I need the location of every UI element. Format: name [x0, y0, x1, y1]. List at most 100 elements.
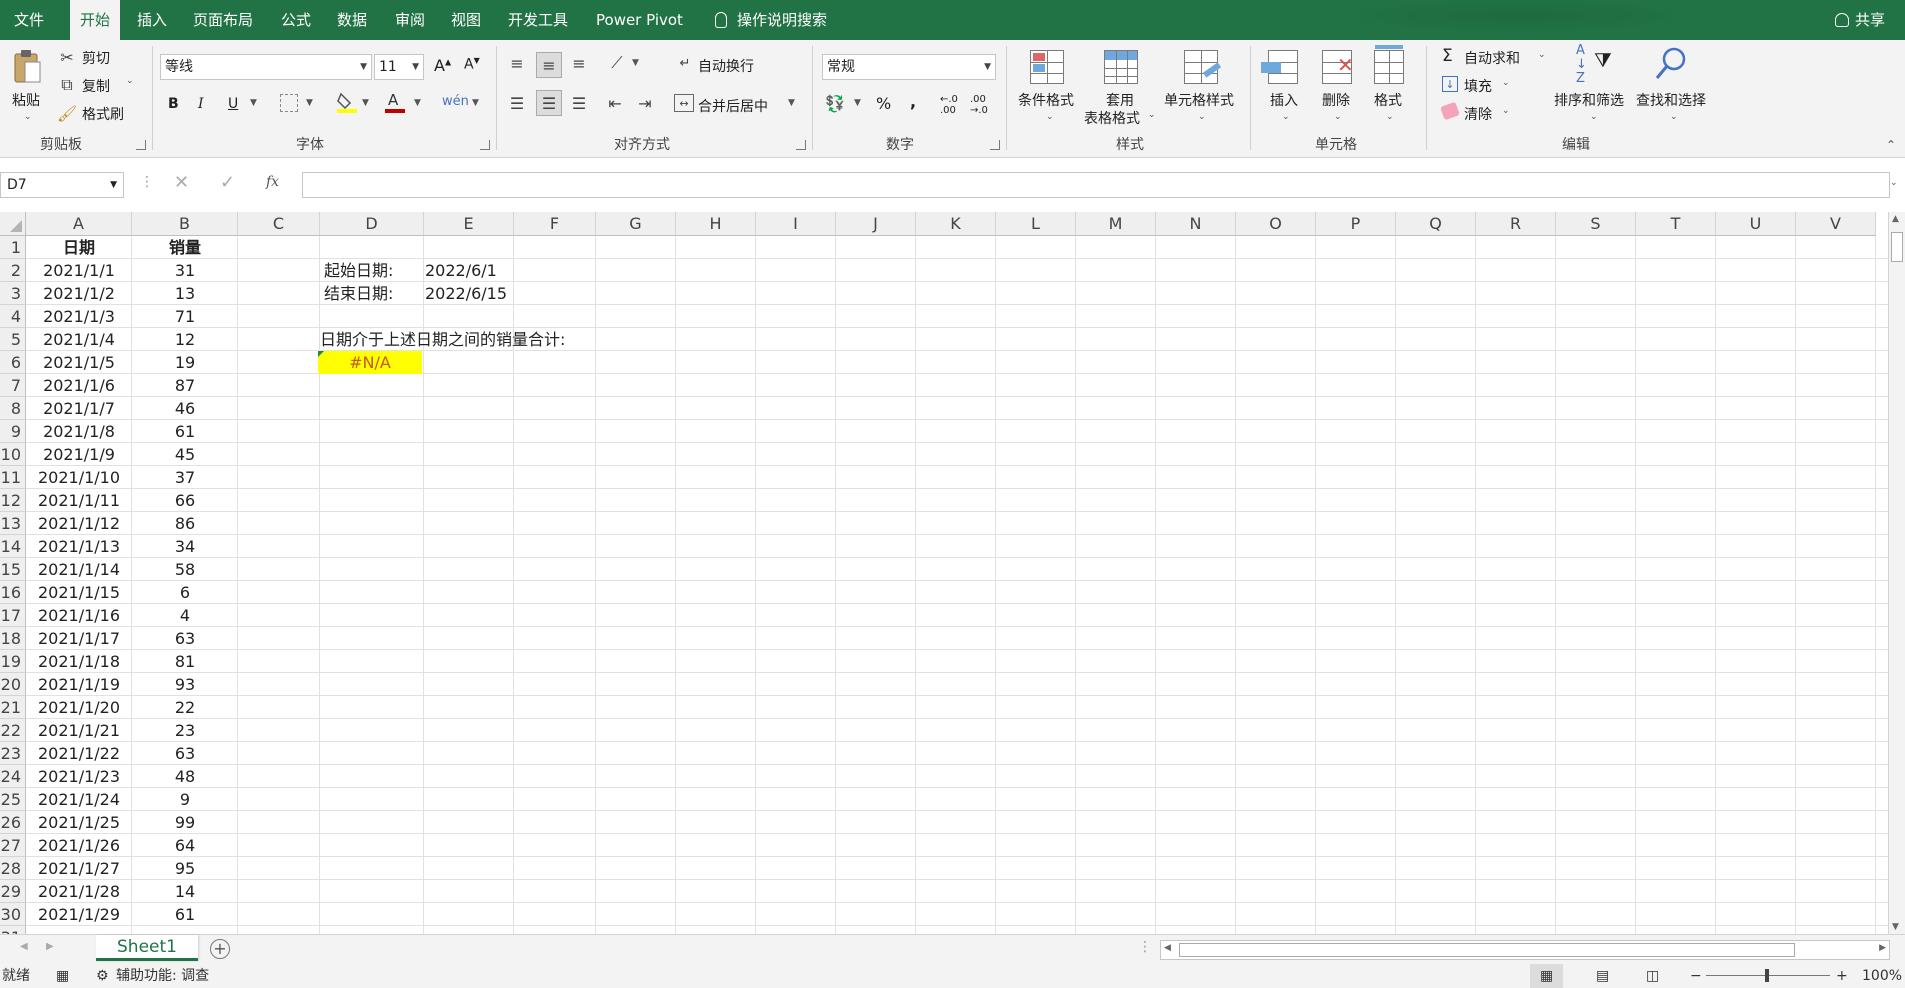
- date-cell[interactable]: 2021/1/22: [26, 742, 132, 765]
- header-sales[interactable]: 销量: [132, 236, 238, 259]
- start-date-value[interactable]: 2022/6/1: [425, 259, 497, 282]
- row-header-9[interactable]: 9: [0, 420, 26, 443]
- date-cell[interactable]: 2021/1/26: [26, 834, 132, 857]
- zoom-slider-thumb[interactable]: [1765, 969, 1769, 982]
- fill-color-icon[interactable]: [336, 90, 358, 114]
- find-select-dropdown-icon[interactable]: ⌄: [1670, 112, 1678, 122]
- cell-styles-button[interactable]: 单元格样式: [1164, 90, 1234, 110]
- paste-button[interactable]: 粘贴: [12, 90, 40, 110]
- orientation-dropdown-icon[interactable]: ▼: [632, 58, 639, 68]
- format-cells-dropdown-icon[interactable]: ⌄: [1386, 112, 1394, 122]
- row-header-1[interactable]: 1: [0, 236, 26, 259]
- sales-cell[interactable]: 71: [132, 305, 238, 328]
- sheet-tab-sheet1[interactable]: Sheet1: [96, 935, 198, 961]
- accessibility-status[interactable]: 辅助功能: 调查: [116, 964, 209, 988]
- expand-formula-icon[interactable]: ⌄: [1890, 178, 1898, 188]
- page-layout-view-icon[interactable]: ▤: [1596, 964, 1609, 988]
- decrease-indent-icon[interactable]: ⇤: [604, 92, 626, 114]
- row-header-20[interactable]: 20: [0, 673, 26, 696]
- scroll-down-icon[interactable]: ▼: [1892, 922, 1899, 932]
- row-header-5[interactable]: 5: [0, 328, 26, 351]
- row-header-24[interactable]: 24: [0, 765, 26, 788]
- row-header-23[interactable]: 23: [0, 742, 26, 765]
- prev-sheet-icon[interactable]: ◀: [20, 941, 28, 952]
- format-as-table-dropdown-icon[interactable]: ⌄: [1148, 110, 1156, 120]
- date-cell[interactable]: 2021/1/25: [26, 811, 132, 834]
- sales-cell[interactable]: 58: [132, 558, 238, 581]
- row-header-30[interactable]: 30: [0, 903, 26, 926]
- sales-cell[interactable]: 14: [132, 880, 238, 903]
- sales-cell[interactable]: 87: [132, 374, 238, 397]
- column-header-p[interactable]: P: [1316, 212, 1396, 236]
- font-size-select[interactable]: 11 ▼: [374, 54, 424, 80]
- add-sheet-icon[interactable]: +: [210, 939, 230, 959]
- merge-dropdown-icon[interactable]: ▼: [788, 98, 795, 108]
- column-header-d[interactable]: D: [320, 212, 424, 236]
- merge-center-button[interactable]: 合并后居中: [698, 96, 768, 116]
- date-cell[interactable]: 2021/1/21: [26, 719, 132, 742]
- copy-dropdown-icon[interactable]: ⌄: [126, 76, 134, 86]
- row-header-27[interactable]: 27: [0, 834, 26, 857]
- autosum-dropdown-icon[interactable]: ⌄: [1538, 50, 1546, 60]
- increase-decimal-icon[interactable]: ←.0.00: [940, 94, 958, 116]
- column-header-q[interactable]: Q: [1396, 212, 1476, 236]
- sales-cell[interactable]: 37: [132, 466, 238, 489]
- zoom-out-icon[interactable]: −: [1690, 964, 1702, 988]
- row-header-15[interactable]: 15: [0, 558, 26, 581]
- tab-insert[interactable]: 插入: [137, 0, 167, 40]
- end-date-label[interactable]: 结束日期:: [324, 282, 393, 305]
- tab-developer[interactable]: 开发工具: [508, 0, 568, 40]
- font-color-icon[interactable]: A: [384, 90, 406, 114]
- underline-button[interactable]: U: [228, 96, 238, 112]
- column-header-k[interactable]: K: [916, 212, 996, 236]
- row-header-29[interactable]: 29: [0, 880, 26, 903]
- date-cell[interactable]: 2021/1/15: [26, 581, 132, 604]
- column-header-a[interactable]: A: [26, 212, 132, 236]
- paste-icon[interactable]: [12, 48, 42, 84]
- row-header-3[interactable]: 3: [0, 282, 26, 305]
- autosum-button[interactable]: 自动求和: [1464, 48, 1520, 68]
- column-header-s[interactable]: S: [1556, 212, 1636, 236]
- font-color-dropdown-icon[interactable]: ▼: [414, 98, 421, 108]
- sales-cell[interactable]: 86: [132, 512, 238, 535]
- fill-button[interactable]: 填充: [1464, 76, 1492, 96]
- accounting-format-icon[interactable]: 💱: [824, 92, 846, 114]
- row-header-6[interactable]: 6: [0, 351, 26, 374]
- tab-page-layout[interactable]: 页面布局: [193, 0, 253, 40]
- end-date-value[interactable]: 2022/6/15: [425, 282, 507, 305]
- format-cells-button[interactable]: 格式: [1374, 90, 1402, 110]
- row-header-11[interactable]: 11: [0, 466, 26, 489]
- paste-dropdown-icon[interactable]: ⌄: [24, 112, 32, 122]
- sales-cell[interactable]: 81: [132, 650, 238, 673]
- date-cell[interactable]: 2021/1/5: [26, 351, 132, 374]
- date-cell[interactable]: 2021/1/7: [26, 397, 132, 420]
- sales-cell[interactable]: 31: [132, 259, 238, 282]
- column-header-u[interactable]: U: [1716, 212, 1796, 236]
- column-header-f[interactable]: F: [514, 212, 596, 236]
- align-middle-icon[interactable]: ≡: [536, 52, 562, 78]
- start-date-label[interactable]: 起始日期:: [324, 259, 393, 282]
- split-handle-icon[interactable]: ⋮: [1138, 939, 1152, 955]
- date-cell[interactable]: 2021/1/1: [26, 259, 132, 282]
- date-cell[interactable]: 2021/1/28: [26, 880, 132, 903]
- insert-cells-button[interactable]: 插入: [1270, 90, 1298, 110]
- wrap-text-button[interactable]: 自动换行: [698, 56, 754, 76]
- sales-cell[interactable]: 19: [132, 351, 238, 374]
- bold-button[interactable]: B: [168, 96, 179, 112]
- sales-cell[interactable]: 45: [132, 443, 238, 466]
- borders-dropdown-icon[interactable]: ▼: [306, 98, 313, 108]
- insert-function-button[interactable]: fx: [266, 174, 279, 190]
- column-header-h[interactable]: H: [676, 212, 756, 236]
- sales-cell[interactable]: 99: [132, 811, 238, 834]
- sum-label[interactable]: 日期介于上述日期之间的销量合计:: [320, 328, 565, 351]
- next-sheet-icon[interactable]: ▶: [46, 941, 54, 952]
- sales-cell[interactable]: 9: [132, 788, 238, 811]
- scroll-left-icon[interactable]: ◀: [1164, 943, 1171, 953]
- decrease-decimal-icon[interactable]: .00 →.0: [970, 94, 988, 116]
- row-header-12[interactable]: 12: [0, 489, 26, 512]
- fill-color-dropdown-icon[interactable]: ▼: [362, 98, 369, 108]
- format-painter-button[interactable]: 格式刷: [82, 104, 124, 124]
- tab-power-pivot[interactable]: Power Pivot: [596, 0, 683, 40]
- number-launcher-icon[interactable]: [990, 140, 1000, 150]
- row-header-28[interactable]: 28: [0, 857, 26, 880]
